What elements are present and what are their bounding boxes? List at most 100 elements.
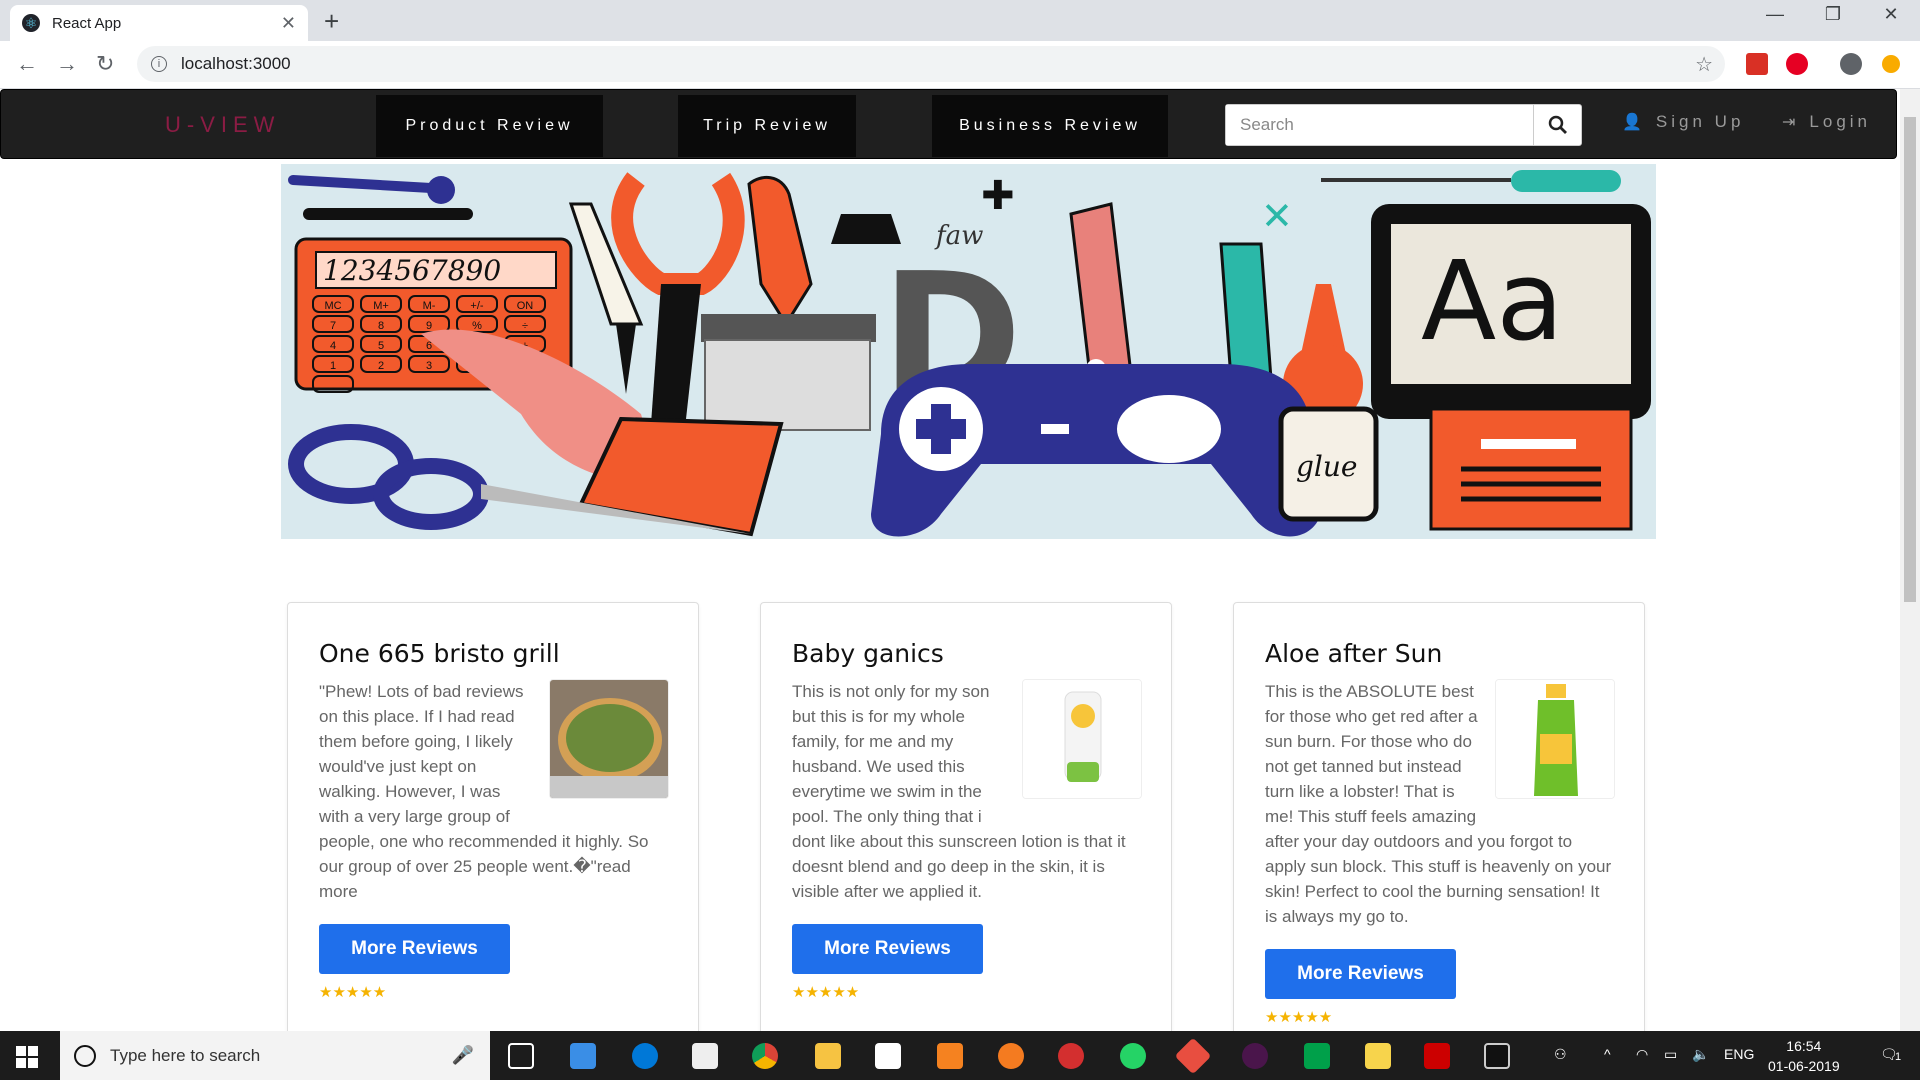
git-icon[interactable]	[1174, 1037, 1212, 1075]
wifi-icon[interactable]: ◠	[1636, 1046, 1648, 1063]
language-indicator[interactable]: ENG	[1724, 1046, 1754, 1062]
android-studio-icon[interactable]	[1304, 1043, 1330, 1069]
forward-icon[interactable]: →	[56, 51, 78, 77]
bookmark-star-icon[interactable]: ☆	[1695, 52, 1713, 77]
mcafee-icon[interactable]	[1424, 1043, 1450, 1069]
card-title[interactable]: Baby ganics	[792, 639, 944, 668]
calculator-key-label: .	[331, 380, 334, 392]
page-scrollbar[interactable]	[1900, 89, 1920, 1031]
news-app-icon[interactable]	[570, 1043, 596, 1069]
whatsapp-icon[interactable]	[1120, 1043, 1146, 1069]
login-icon: ⇥	[1782, 114, 1800, 131]
signup-link[interactable]: 👤 Sign Up	[1622, 112, 1744, 132]
restore-icon[interactable]: ❐	[1810, 4, 1856, 25]
nav-product-review[interactable]: Product Review	[376, 95, 603, 157]
info-icon[interactable]: i	[151, 56, 167, 72]
search-icon	[1548, 115, 1567, 134]
nav-trip-review[interactable]: Trip Review	[678, 95, 856, 157]
search-form	[1225, 104, 1582, 146]
people-icon[interactable]: ⚇	[1554, 1046, 1567, 1063]
login-link[interactable]: ⇥ Login	[1782, 112, 1871, 132]
calculator-key-label: %	[472, 320, 482, 332]
system-clock[interactable]: 16:54 01-06-2019	[1768, 1036, 1840, 1076]
taskbar-search[interactable]: Type here to search 🎤	[60, 1031, 490, 1080]
card-body: This is not only for my son but this is …	[792, 679, 1142, 1005]
calculator-key-label: +/-	[470, 300, 483, 312]
app-navbar: U-VIEW Product Review Trip Review Busine…	[0, 89, 1897, 159]
svg-text:✕: ✕	[1261, 194, 1293, 238]
search-input[interactable]	[1226, 105, 1533, 145]
browser-tabbar: ⚛ React App ✕ + — ❐ ✕	[0, 0, 1920, 41]
svg-text:✚: ✚	[981, 173, 1015, 219]
more-reviews-button[interactable]: More Reviews	[319, 924, 510, 974]
signup-label: Sign Up	[1655, 112, 1745, 131]
xampp-icon[interactable]	[998, 1043, 1024, 1069]
cortana-icon	[74, 1044, 96, 1067]
more-reviews-button[interactable]: More Reviews	[792, 924, 983, 974]
card-title[interactable]: Aloe after Sun	[1265, 639, 1442, 668]
more-reviews-button[interactable]: More Reviews	[1265, 949, 1456, 999]
minimize-icon[interactable]: —	[1752, 4, 1798, 25]
user-icon: 👤	[1622, 114, 1646, 131]
clock-date: 01-06-2019	[1768, 1058, 1840, 1074]
calculator-key-label: 5	[378, 340, 384, 352]
pocket-extension-icon[interactable]	[1746, 53, 1768, 75]
card-body: "Phew! Lots of bad reviews on this place…	[319, 679, 669, 1005]
calculator-key-label: 1	[330, 360, 336, 372]
file-explorer-icon[interactable]	[815, 1043, 841, 1069]
pizza-image	[549, 679, 669, 799]
reload-icon[interactable]: ↻	[96, 51, 114, 77]
tab-title: React App	[52, 14, 122, 32]
slack-icon[interactable]	[1242, 1043, 1268, 1069]
windows-taskbar: Type here to search 🎤 ⚇ ^ ◠ ▭ 🔈 ENG 16:5…	[0, 1031, 1920, 1080]
address-bar[interactable]: i localhost:3000 ☆	[137, 46, 1725, 82]
nav-business-review[interactable]: Business Review	[932, 95, 1168, 157]
microphone-icon[interactable]: 🎤	[452, 1045, 474, 1066]
calculator-key-label: ÷	[522, 320, 528, 332]
brand-logo[interactable]: U-VIEW	[165, 112, 280, 138]
glue-label: glue	[1296, 450, 1357, 483]
scrollbar-thumb[interactable]	[1904, 117, 1916, 602]
url-text: localhost:3000	[181, 54, 291, 73]
card-title[interactable]: One 665 bristo grill	[319, 639, 560, 668]
store-icon[interactable]	[692, 1043, 718, 1069]
windows-start-icon[interactable]	[16, 1046, 38, 1068]
chrome-icon[interactable]	[752, 1043, 778, 1069]
card-body: This is the ABSOLUTE best for those who …	[1265, 679, 1615, 1030]
hero-banner: 1234567890 MCM+M-+/-ON789%÷456-+123000. …	[281, 164, 1656, 539]
tray-chevron-icon[interactable]: ^	[1604, 1046, 1611, 1062]
terminal-icon[interactable]	[1484, 1043, 1510, 1069]
calculator-key-label: M+	[373, 300, 389, 312]
close-tab-icon[interactable]: ✕	[281, 13, 296, 34]
back-icon[interactable]: ←	[16, 51, 38, 77]
browser-toolbar: ← → ↻ i localhost:3000 ☆	[0, 41, 1920, 89]
review-card: Aloe after Sun This is the ABSOLUTE best…	[1233, 602, 1645, 1042]
battery-icon[interactable]: ▭	[1664, 1046, 1677, 1063]
mail-icon[interactable]	[875, 1043, 901, 1069]
calculator-key-label: ON	[517, 300, 534, 312]
app-icon[interactable]	[1058, 1043, 1084, 1069]
taskbar-search-text: Type here to search	[110, 1045, 261, 1065]
calculator-key-label: 4	[330, 340, 336, 352]
tablet-text: Aa	[1421, 237, 1564, 365]
notification-count: 1	[1895, 1051, 1902, 1063]
account-icon[interactable]	[1840, 53, 1862, 75]
search-button[interactable]	[1533, 105, 1581, 145]
calculator-key-label: MC	[324, 300, 341, 312]
calculator-key-label: 3	[426, 360, 432, 372]
notepad-icon[interactable]	[1365, 1043, 1391, 1069]
close-window-icon[interactable]: ✕	[1868, 4, 1914, 25]
update-alert-icon[interactable]	[1882, 55, 1900, 73]
rating-stars: ★★★★★	[792, 984, 860, 1001]
new-tab-icon[interactable]: +	[324, 6, 339, 37]
browser-tab[interactable]: ⚛ React App ✕	[10, 5, 308, 41]
volume-icon[interactable]: 🔈	[1692, 1046, 1709, 1063]
pinterest-extension-icon[interactable]	[1786, 53, 1808, 75]
sunscreen-image	[1022, 679, 1142, 799]
task-view-icon[interactable]	[508, 1043, 534, 1069]
review-card: One 665 bristo grill "Phew! Lots of bad …	[287, 602, 699, 1042]
edge-icon[interactable]	[632, 1043, 658, 1069]
aloe-image	[1495, 679, 1615, 799]
sublime-icon[interactable]	[937, 1043, 963, 1069]
calculator-key-label: 2	[378, 360, 384, 372]
